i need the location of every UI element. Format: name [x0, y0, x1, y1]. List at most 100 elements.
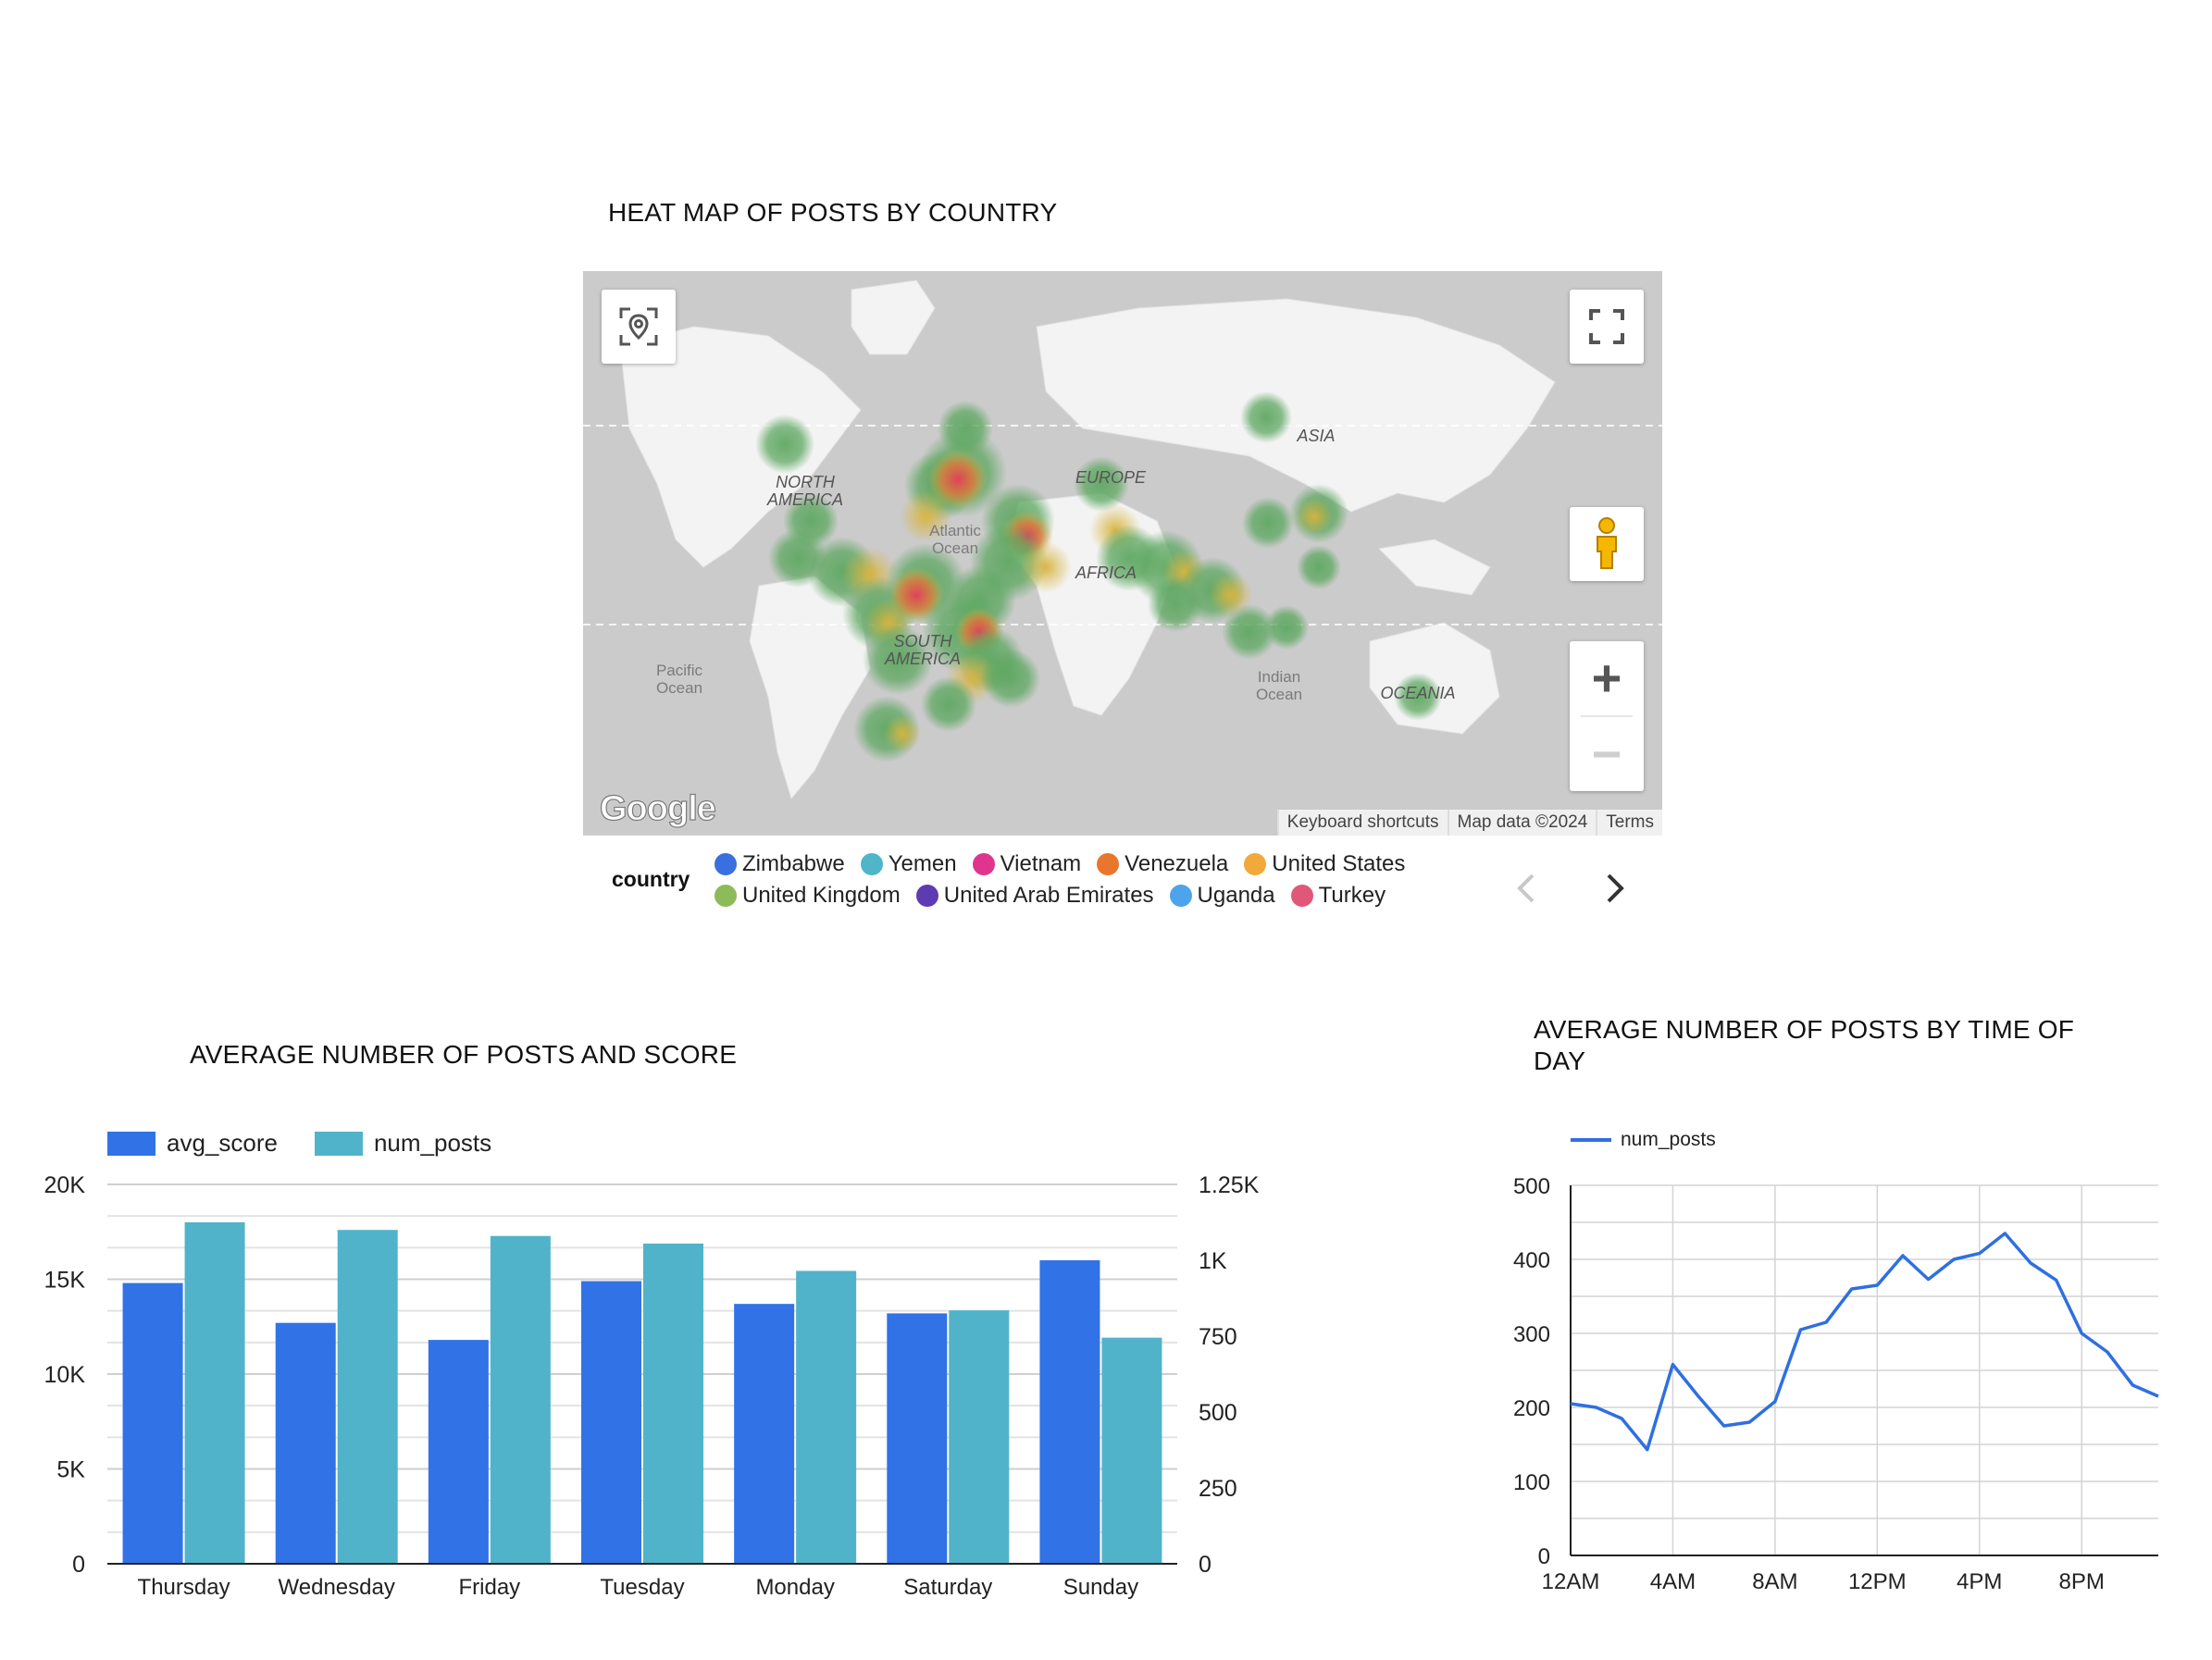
y-left-tick-label: 15K [44, 1268, 86, 1294]
legend-item[interactable]: United Kingdom [715, 883, 901, 909]
bar-num-posts [643, 1243, 703, 1564]
legend-label: United Kingdom [742, 883, 901, 908]
label-atlantic-1: Atlantic [929, 522, 981, 539]
x-tick-label: 12AM [1542, 1569, 1600, 1594]
line-chart-title: AVERAGE NUMBER OF POSTS BY TIME OF DAY [1534, 1015, 2075, 1075]
y-left-tick-label: 0 [72, 1552, 85, 1578]
legend-dot [972, 853, 995, 875]
legend-label: Turkey [1318, 883, 1386, 908]
chevron-left-icon [1517, 873, 1535, 903]
legend-dot [1290, 885, 1313, 907]
legend-item[interactable]: United Arab Emirates [915, 883, 1154, 909]
bar-avg-score [122, 1282, 183, 1564]
zoom-out-icon: − [1591, 725, 1622, 783]
x-tick-label: 4PM [1957, 1569, 2002, 1594]
legend-label: Yemen [888, 851, 957, 876]
legend-dot [860, 853, 883, 875]
legend-label: United Arab Emirates [943, 883, 1154, 908]
y-right-tick-label: 500 [1199, 1400, 1237, 1426]
y-tick-label: 0 [1538, 1544, 1550, 1569]
line-chart-legend: num_posts [1571, 1129, 1716, 1151]
keyboard-shortcuts-link[interactable]: Keyboard shortcuts [1276, 810, 1448, 836]
y-right-tick-label: 750 [1199, 1324, 1237, 1350]
label-pacific-2: Ocean [656, 679, 702, 697]
legend-dot [1244, 853, 1267, 875]
x-tick-label: 8PM [2058, 1569, 2104, 1594]
x-tick-label: Tuesday [600, 1575, 684, 1600]
x-tick-label: 12PM [1848, 1569, 1907, 1594]
land-australia [1369, 622, 1500, 735]
x-tick-label: 4AM [1650, 1569, 1696, 1594]
legend-item[interactable]: Yemen [860, 851, 957, 877]
label-europe: EUROPE [1075, 468, 1147, 487]
location-pin-icon [619, 307, 658, 346]
zoom-out-button[interactable]: − [1570, 717, 1644, 791]
legend-item[interactable]: Vietnam [972, 851, 1081, 877]
bar-avg-score [1039, 1260, 1100, 1564]
street-view-pegman-icon [1597, 517, 1617, 569]
legend-prev-button[interactable] [1514, 870, 1538, 911]
legend-next-button[interactable] [1603, 870, 1627, 911]
legend-row: Zimbabwe Yemen Vietnam Venezuela United Stat… [715, 851, 1421, 877]
y-left-tick-label: 10K [44, 1362, 86, 1388]
bar-avg-score [275, 1322, 336, 1564]
legend-dot [1097, 853, 1120, 875]
bar-chart: 0 5K 10K 15K 20K 0 250 500 750 1K 1.25K Thursday Wed… [44, 1172, 1260, 1600]
legend-item[interactable]: United States [1244, 851, 1405, 877]
x-tick-label: Saturday [903, 1575, 992, 1600]
map-chart-title: HEAT MAP OF POSTS BY COUNTRY [608, 198, 1058, 227]
map-attribution: Keyboard shortcuts Map data ©2024 Terms [1276, 810, 1662, 836]
legend-line-swatch [1571, 1138, 1611, 1142]
legend-label: Zimbabwe [742, 851, 845, 876]
bar-num-posts [490, 1235, 551, 1564]
y-left-tick-label: 5K [56, 1457, 85, 1483]
zoom-in-button[interactable]: + [1570, 641, 1644, 715]
legend-dot [1169, 885, 1192, 907]
world-basemap: NORTH AMERICA SOUTH AMERICA EUROPE AFRIC… [583, 279, 1662, 800]
map-data-text: Map data ©2024 [1447, 810, 1597, 836]
legend-item[interactable]: Venezuela [1097, 851, 1228, 877]
bar-num-posts [796, 1270, 857, 1564]
x-tick-label: Thursday [138, 1575, 230, 1600]
legend-title: country [612, 867, 690, 891]
bar-avg-score [428, 1340, 489, 1564]
label-oceania: OCEANIA [1380, 684, 1455, 702]
label-pacific-1: Pacific [656, 662, 703, 679]
my-location-button[interactable] [602, 290, 676, 364]
x-tick-label: Monday [755, 1575, 834, 1600]
label-north-america-1: NORTH [776, 473, 836, 491]
terms-link[interactable]: Terms [1596, 810, 1662, 836]
y-tick-label: 200 [1513, 1396, 1550, 1421]
bar-num-posts [184, 1222, 245, 1564]
bar-avg-score [887, 1313, 948, 1564]
label-north-america-2: AMERICA [766, 490, 843, 509]
y-tick-label: 300 [1513, 1322, 1550, 1347]
legend-row: United Kingdom United Arab Emirates Uganda… [715, 883, 1401, 909]
google-logo: Google [599, 788, 716, 828]
zoom-control: + − [1570, 641, 1644, 791]
y-tick-label: 100 [1513, 1470, 1550, 1495]
legend-label: Uganda [1197, 883, 1275, 908]
y-right-tick-label: 0 [1199, 1552, 1212, 1578]
heat-map[interactable]: NORTH AMERICA SOUTH AMERICA EUROPE AFRIC… [583, 271, 1662, 836]
zoom-in-icon: + [1591, 649, 1622, 707]
land-se-asia [1377, 539, 1491, 596]
label-indian-2: Ocean [1256, 686, 1302, 703]
legend-item[interactable]: Uganda [1169, 883, 1275, 909]
bar-num-posts [949, 1310, 1010, 1564]
chevron-right-icon [1607, 873, 1624, 903]
y-tick-label: 400 [1513, 1248, 1550, 1273]
bar-num-posts [1101, 1337, 1162, 1564]
legend-dot [715, 885, 737, 907]
legend-label: Venezuela [1125, 851, 1229, 876]
label-south-america-2: AMERICA [884, 650, 961, 668]
legend-item[interactable]: Zimbabwe [715, 851, 845, 877]
street-view-button[interactable] [1570, 507, 1644, 581]
fullscreen-button[interactable] [1570, 290, 1644, 364]
legend-label: United States [1272, 851, 1406, 876]
legend-item[interactable]: Turkey [1290, 883, 1386, 909]
y-left-tick-label: 20K [44, 1172, 86, 1198]
legend-dot [915, 885, 938, 907]
legend-dot [715, 853, 737, 875]
legend-label[interactable]: num_posts [1621, 1129, 1716, 1151]
